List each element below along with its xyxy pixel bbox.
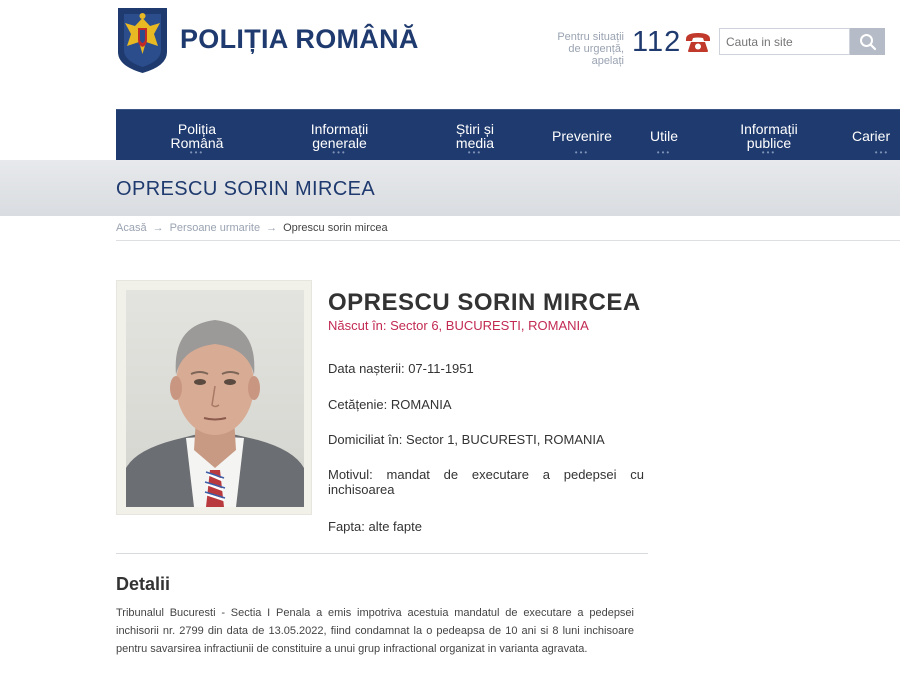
nav-item-utile[interactable]: Utile ••• <box>634 110 694 161</box>
nav-item-label: Poliția Română <box>170 120 224 151</box>
motive: Motivul: mandat de executare a pedepsei … <box>328 467 644 497</box>
nav-dots: ••• <box>467 148 483 157</box>
birth-date: Data nașterii: 07-11-1951 <box>328 361 474 376</box>
breadcrumb-arrow-icon: → <box>152 222 164 234</box>
nav-item-label: Utile <box>649 127 678 144</box>
nav-item-politia-romana[interactable]: Poliția Română ••• <box>152 110 242 161</box>
citizenship: Cetățenie: ROMANIA <box>328 397 452 412</box>
main-navigation: Poliția Română ••• Informații generale •… <box>116 109 900 160</box>
breadcrumb: Acasă → Persoane urmarite → Oprescu sori… <box>116 222 388 234</box>
breadcrumb-current: Oprescu sorin mircea <box>283 222 388 234</box>
brand-title[interactable]: POLIȚIA ROMÂNĂ <box>180 24 419 55</box>
nav-dots: ••• <box>874 148 890 157</box>
nav-item-informatii-generale[interactable]: Informații generale ••• <box>292 110 387 161</box>
profile-photo <box>126 290 304 507</box>
phone-icon <box>686 33 710 52</box>
section-divider <box>116 553 648 554</box>
romanian-police-crest-logo[interactable] <box>116 6 169 74</box>
nav-item-cariera[interactable]: Carier ••• <box>852 110 900 161</box>
site-header: POLIȚIA ROMÂNĂ Pentru situații de urgenț… <box>0 0 900 104</box>
profile-photo-frame <box>116 280 312 515</box>
nav-dots: ••• <box>761 148 777 157</box>
details-heading: Detalii <box>116 574 171 594</box>
breadcrumb-section-link[interactable]: Persoane urmarite <box>170 222 261 234</box>
emergency-text: Pentru situații de urgență, apelați <box>557 31 624 67</box>
emergency-number: 112 <box>632 26 682 58</box>
nav-item-informatii-publice[interactable]: Informații publice ••• <box>720 110 818 161</box>
nav-dots: ••• <box>574 148 590 157</box>
nav-dots: ••• <box>332 148 347 157</box>
nav-item-label: Informații generale <box>310 120 369 151</box>
search-button[interactable] <box>850 28 885 55</box>
nav-dots: ••• <box>189 148 205 157</box>
nav-item-label: Știri și media <box>455 120 495 151</box>
details-text: Tribunalul Bucuresti - Sectia I Penala a… <box>116 607 634 655</box>
nav-item-label: Carier <box>852 127 891 144</box>
deed: Fapta: alte fapte <box>328 519 422 534</box>
breadcrumb-arrow-icon: → <box>266 222 278 234</box>
nav-item-label: Informații publice <box>740 120 798 151</box>
nav-item-prevenire[interactable]: Prevenire ••• <box>541 110 623 161</box>
search-icon <box>859 33 876 50</box>
nav-dots: ••• <box>656 148 672 157</box>
breadcrumb-home-link[interactable]: Acasă <box>116 222 147 234</box>
domicile: Domiciliat în: Sector 1, BUCURESTI, ROMA… <box>328 432 605 447</box>
nav-item-label: Prevenire <box>552 127 612 144</box>
person-name: OPRESCU SORIN MIRCEA <box>328 289 641 316</box>
breadcrumb-divider <box>116 240 900 241</box>
nav-item-stiri-si-media[interactable]: Știri și media ••• <box>434 110 516 161</box>
page-title: OPRESCU SORIN MIRCEA <box>116 178 376 200</box>
birthplace: Născut în: Sector 6, BUCURESTI, ROMANIA <box>328 318 589 333</box>
search-input[interactable] <box>719 28 850 55</box>
